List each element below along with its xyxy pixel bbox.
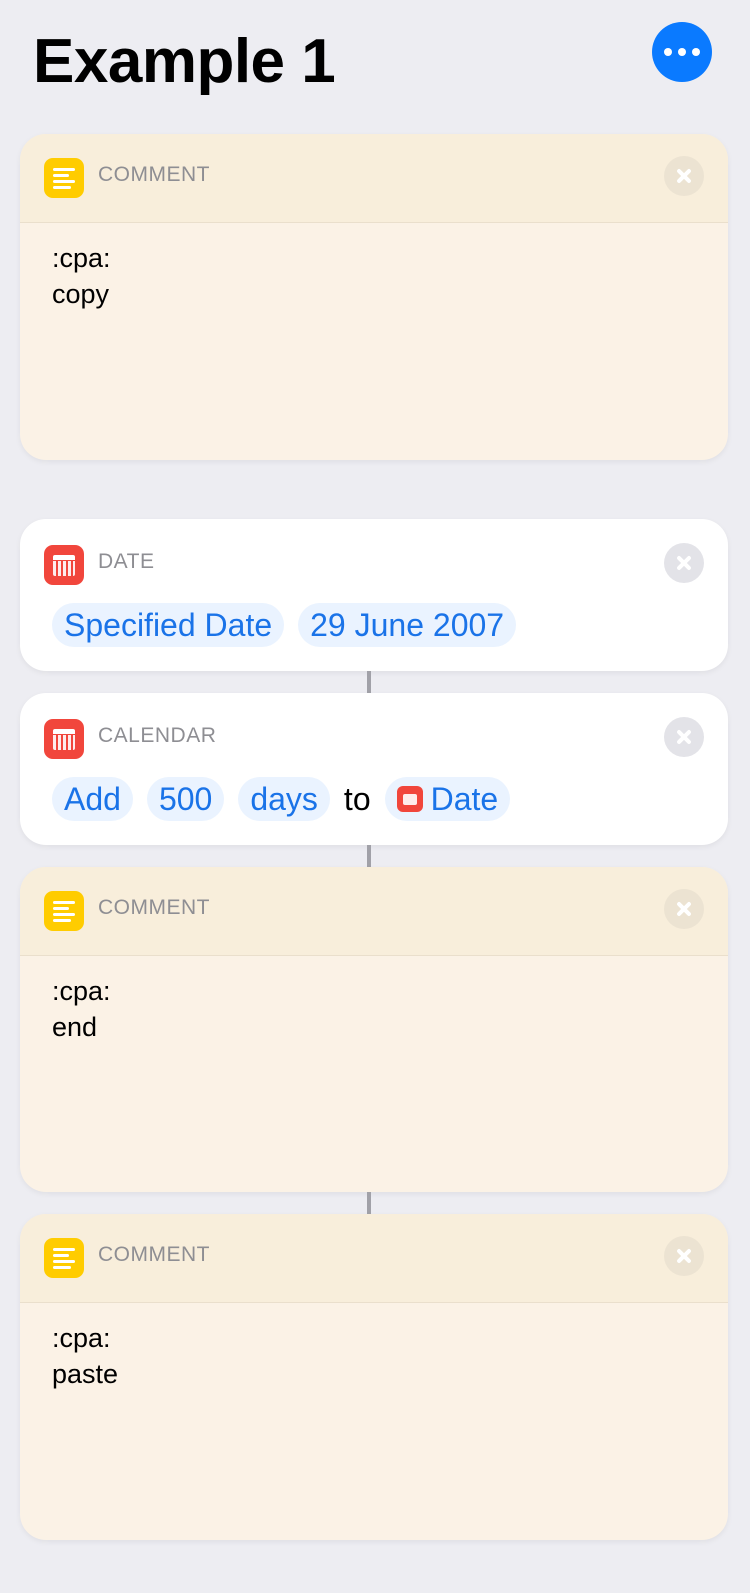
- calendar-action-card[interactable]: CALENDAR Add 500 days to Date: [20, 693, 728, 845]
- remove-action-button[interactable]: [664, 1236, 704, 1276]
- calendar-icon: [396, 786, 423, 812]
- card-type-label: COMMENT: [98, 163, 210, 186]
- calendar-icon: [44, 545, 84, 585]
- card-type-label: CALENDAR: [98, 724, 217, 747]
- calendar-parameters: Add 500 days to Date: [52, 777, 511, 821]
- date-variable-pill[interactable]: Date: [384, 777, 511, 821]
- date-mode-pill[interactable]: Specified Date: [52, 603, 285, 647]
- comment-lines-icon: [44, 891, 84, 931]
- remove-action-button[interactable]: [664, 717, 704, 757]
- card-type-label: COMMENT: [98, 1243, 210, 1266]
- card-header: DATE: [20, 519, 728, 587]
- comment-action-card[interactable]: COMMENT :cpa: paste: [20, 1214, 728, 1540]
- remove-action-button[interactable]: [664, 889, 704, 929]
- more-options-button[interactable]: [652, 22, 712, 82]
- date-value-pill[interactable]: 29 June 2007: [298, 603, 517, 647]
- card-header: COMMENT: [20, 1214, 728, 1303]
- unit-pill[interactable]: days: [238, 777, 330, 821]
- ellipsis-icon: [664, 48, 672, 56]
- operation-pill[interactable]: Add: [52, 777, 133, 821]
- ellipsis-icon-dot: [692, 48, 700, 56]
- comment-text-field[interactable]: :cpa: copy: [52, 240, 111, 312]
- ellipsis-icon-dot: [678, 48, 686, 56]
- amount-pill[interactable]: 500: [146, 777, 225, 821]
- card-header: COMMENT: [20, 134, 728, 223]
- date-action-card[interactable]: DATE Specified Date 29 June 2007: [20, 519, 728, 671]
- flow-connector: [367, 845, 371, 867]
- comment-lines-icon: [44, 158, 84, 198]
- flow-connector: [367, 671, 371, 693]
- joiner-text: to: [343, 780, 371, 817]
- page-title: Example 1: [33, 27, 336, 96]
- flow-connector: [367, 1192, 371, 1214]
- card-type-label: COMMENT: [98, 896, 210, 919]
- remove-action-button[interactable]: [664, 156, 704, 196]
- comment-text-field[interactable]: :cpa: end: [52, 973, 111, 1045]
- date-parameters: Specified Date 29 June 2007: [52, 603, 517, 647]
- comment-lines-icon: [44, 1238, 84, 1278]
- comment-action-card[interactable]: COMMENT :cpa: end: [20, 867, 728, 1192]
- comment-text-field[interactable]: :cpa: paste: [52, 1320, 118, 1392]
- variable-label: Date: [430, 781, 499, 817]
- card-header: COMMENT: [20, 867, 728, 956]
- card-header: CALENDAR: [20, 693, 728, 761]
- calendar-icon: [44, 719, 84, 759]
- card-type-label: DATE: [98, 550, 155, 573]
- comment-action-card[interactable]: COMMENT :cpa: copy: [20, 134, 728, 460]
- remove-action-button[interactable]: [664, 543, 704, 583]
